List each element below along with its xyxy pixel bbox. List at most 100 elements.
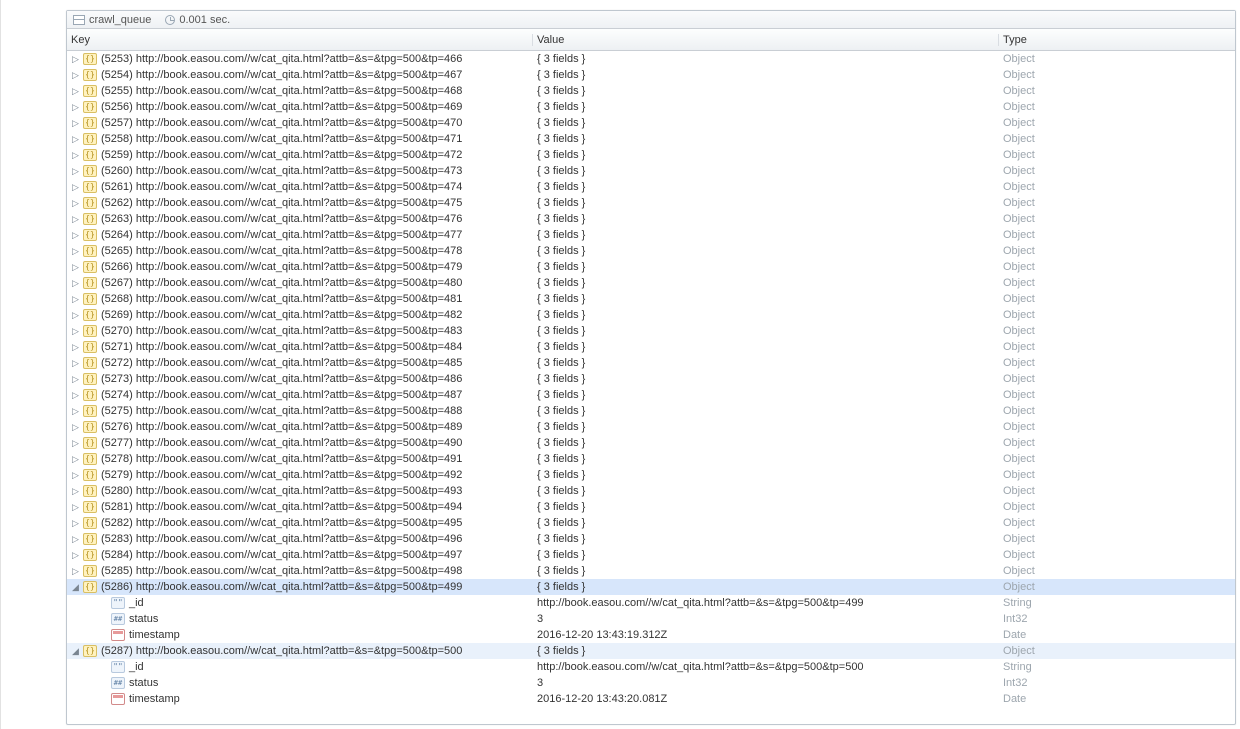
row-value: { 3 fields } (533, 643, 999, 659)
object-icon (83, 501, 97, 513)
tab-bar: crawl_queue 0.001 sec. (67, 11, 1235, 29)
object-icon (83, 133, 97, 145)
table-row[interactable]: ▷(5267) http://book.easou.com//w/cat_qit… (67, 275, 1235, 291)
chevron-right-icon[interactable]: ▷ (71, 551, 80, 560)
chevron-right-icon[interactable]: ▷ (71, 167, 80, 176)
table-row[interactable]: ▷(5281) http://book.easou.com//w/cat_qit… (67, 499, 1235, 515)
chevron-right-icon[interactable]: ▷ (71, 215, 80, 224)
table-row[interactable]: ◢(5286) http://book.easou.com//w/cat_qit… (67, 579, 1235, 595)
table-row[interactable]: ▷(5256) http://book.easou.com//w/cat_qit… (67, 99, 1235, 115)
table-row[interactable]: ·_idhttp://book.easou.com//w/cat_qita.ht… (67, 595, 1235, 611)
table-row[interactable]: ▷(5264) http://book.easou.com//w/cat_qit… (67, 227, 1235, 243)
table-row[interactable]: ▷(5271) http://book.easou.com//w/cat_qit… (67, 339, 1235, 355)
chevron-right-icon[interactable]: ▷ (71, 247, 80, 256)
chevron-right-icon[interactable]: ▷ (71, 151, 80, 160)
row-type: Object (999, 195, 1235, 211)
table-row[interactable]: ▷(5280) http://book.easou.com//w/cat_qit… (67, 483, 1235, 499)
table-row[interactable]: ▷ (5273) http://book.easou.com//w/cat_qit… (67, 371, 1235, 387)
table-row[interactable]: ▷(5262) http://book.easou.com//w/cat_qit… (67, 195, 1235, 211)
table-row[interactable]: ◢(5287) http://book.easou.com//w/cat_qit… (67, 643, 1235, 659)
row-value: { 3 fields } (533, 259, 999, 275)
chevron-right-icon[interactable]: ▷ (71, 407, 80, 416)
row-value: { 3 fields } (533, 51, 999, 67)
table-row[interactable]: ▷(5260) http://book.easou.com//w/cat_qit… (67, 163, 1235, 179)
chevron-right-icon[interactable]: ▷ (71, 199, 80, 208)
chevron-right-icon[interactable]: ▷ (71, 87, 80, 96)
table-row[interactable]: ▷(5266) http://book.easou.com//w/cat_qit… (67, 259, 1235, 275)
table-row[interactable]: ▷(5254) http://book.easou.com//w/cat_qit… (67, 67, 1235, 83)
table-row[interactable]: ▷(5261) http://book.easou.com//w/cat_qit… (67, 179, 1235, 195)
object-icon (83, 69, 97, 81)
row-key: (5259) http://book.easou.com//w/cat_qita… (101, 147, 462, 163)
table-row[interactable]: ▷(5276) http://book.easou.com//w/cat_qit… (67, 419, 1235, 435)
row-key: (5278) http://book.easou.com//w/cat_qita… (101, 451, 462, 467)
table-row[interactable]: ·status3Int32 (67, 611, 1235, 627)
chevron-right-icon[interactable]: ▷ (71, 119, 80, 128)
chevron-right-icon[interactable]: ▷ (71, 359, 80, 368)
row-type: Object (999, 339, 1235, 355)
chevron-right-icon[interactable]: ▷ (71, 375, 80, 384)
table-row[interactable]: ▷(5270) http://book.easou.com//w/cat_qit… (67, 323, 1235, 339)
table-row[interactable]: ▷(5279) http://book.easou.com//w/cat_qit… (67, 467, 1235, 483)
table-row[interactable]: ▷ (5259) http://book.easou.com//w/cat_qit… (67, 147, 1235, 163)
table-row[interactable]: ·timestamp2016-12-20 13:43:19.312ZDate (67, 627, 1235, 643)
object-icon (83, 117, 97, 129)
chevron-right-icon[interactable]: ▷ (71, 279, 80, 288)
spacer-icon: · (99, 663, 108, 672)
chevron-down-icon[interactable]: ◢ (71, 583, 80, 592)
col-header-key[interactable]: Key (67, 34, 533, 46)
chevron-right-icon[interactable]: ▷ (71, 503, 80, 512)
chevron-right-icon[interactable]: ▷ (71, 391, 80, 400)
chevron-right-icon[interactable]: ▷ (71, 439, 80, 448)
object-icon (83, 565, 97, 577)
chevron-right-icon[interactable]: ▷ (71, 71, 80, 80)
table-row[interactable]: ▷(5272) http://book.easou.com//w/cat_qit… (67, 355, 1235, 371)
table-row[interactable]: ▷(5263) http://book.easou.com//w/cat_qit… (67, 211, 1235, 227)
table-row[interactable]: ▷(5265) http://book.easou.com//w/cat_qit… (67, 243, 1235, 259)
table-row[interactable]: ·timestamp2016-12-20 13:43:20.081ZDate (67, 691, 1235, 707)
chevron-right-icon[interactable]: ▷ (71, 567, 80, 576)
table-row[interactable]: ▷(5258) http://book.easou.com//w/cat_qit… (67, 131, 1235, 147)
row-type: Object (999, 579, 1235, 595)
table-row[interactable]: ▷(5277) http://book.easou.com//w/cat_qit… (67, 435, 1235, 451)
chevron-right-icon[interactable]: ▷ (71, 231, 80, 240)
chevron-right-icon[interactable]: ▷ (71, 55, 80, 64)
chevron-right-icon[interactable]: ▷ (71, 343, 80, 352)
table-row[interactable]: ▷(5269) http://book.easou.com//w/cat_qit… (67, 307, 1235, 323)
chevron-right-icon[interactable]: ▷ (71, 535, 80, 544)
chevron-down-icon[interactable]: ◢ (71, 647, 80, 656)
tab-title[interactable]: crawl_queue (89, 14, 151, 26)
table-row[interactable]: ▷(5253) http://book.easou.com//w/cat_qit… (67, 51, 1235, 67)
chevron-right-icon[interactable]: ▷ (71, 471, 80, 480)
chevron-right-icon[interactable]: ▷ (71, 135, 80, 144)
row-value: { 3 fields } (533, 419, 999, 435)
table-row[interactable]: ▷(5284) http://book.easou.com//w/cat_qit… (67, 547, 1235, 563)
table-row[interactable]: ▷(5275) http://book.easou.com//w/cat_qit… (67, 403, 1235, 419)
row-key: (5273) http://book.easou.com//w/cat_qita… (101, 371, 462, 387)
table-row[interactable]: ·_idhttp://book.easou.com//w/cat_qita.ht… (67, 659, 1235, 675)
chevron-right-icon[interactable]: ▷ (71, 183, 80, 192)
table-row[interactable]: ▷ (5278) http://book.easou.com//w/cat_qit… (67, 451, 1235, 467)
table-row[interactable]: ▷(5274) http://book.easou.com//w/cat_qit… (67, 387, 1235, 403)
table-row[interactable]: ▷(5257) http://book.easou.com//w/cat_qit… (67, 115, 1235, 131)
chevron-right-icon[interactable]: ▷ (71, 455, 80, 464)
object-icon (83, 549, 97, 561)
chevron-right-icon[interactable]: ▷ (71, 487, 80, 496)
chevron-right-icon[interactable]: ▷ (71, 519, 80, 528)
table-row[interactable]: ▷(5282) http://book.easou.com//w/cat_qit… (67, 515, 1235, 531)
col-header-type[interactable]: Type (999, 34, 1235, 46)
chevron-right-icon[interactable]: ▷ (71, 311, 80, 320)
chevron-right-icon[interactable]: ▷ (71, 263, 80, 272)
table-row[interactable]: ▷(5268) http://book.easou.com//w/cat_qit… (67, 291, 1235, 307)
chevron-right-icon[interactable]: ▷ (71, 295, 80, 304)
chevron-right-icon[interactable]: ▷ (71, 103, 80, 112)
table-row[interactable]: ▷(5255) http://book.easou.com//w/cat_qit… (67, 83, 1235, 99)
col-header-value[interactable]: Value (533, 34, 999, 46)
table-row[interactable]: ▷(5283) http://book.easou.com//w/cat_qit… (67, 531, 1235, 547)
table-row[interactable]: ▷(5285) http://book.easou.com//w/cat_qit… (67, 563, 1235, 579)
table-row[interactable]: ·status3Int32 (67, 675, 1235, 691)
chevron-right-icon[interactable]: ▷ (71, 423, 80, 432)
row-type: Object (999, 179, 1235, 195)
object-icon (83, 165, 97, 177)
chevron-right-icon[interactable]: ▷ (71, 327, 80, 336)
